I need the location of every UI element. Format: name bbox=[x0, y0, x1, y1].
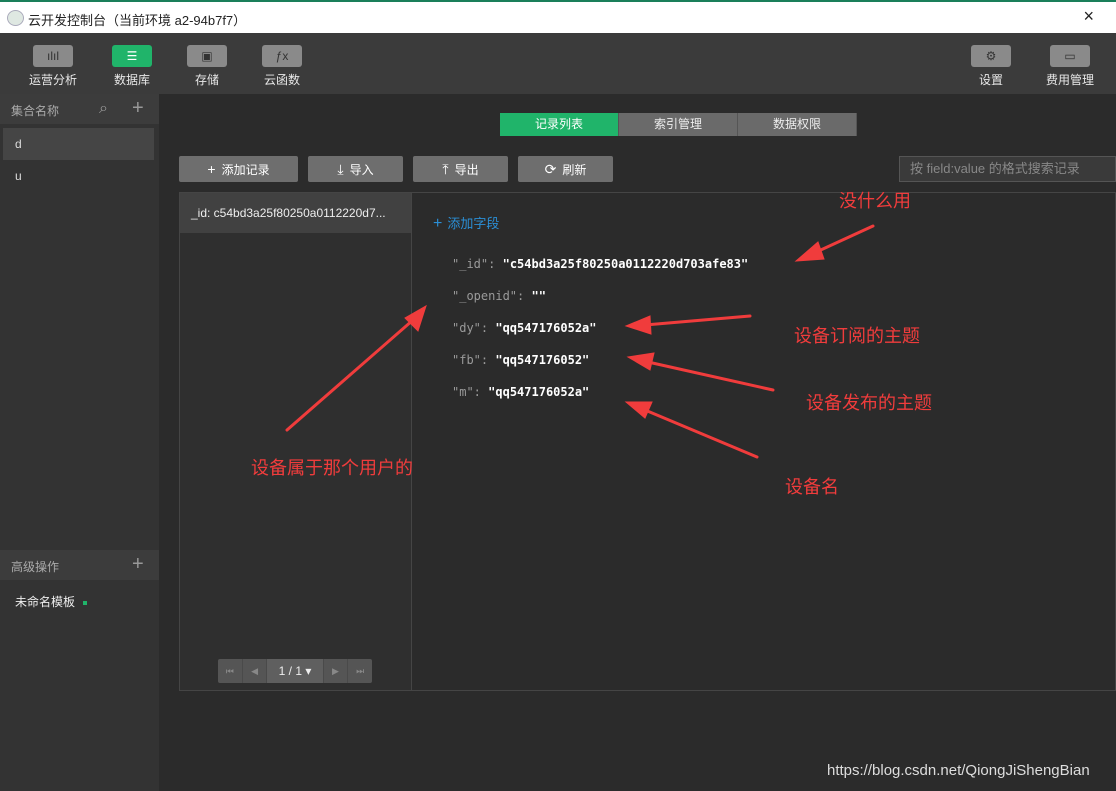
annotation-arrow-head bbox=[404, 304, 427, 332]
annotation-arrows bbox=[285, 224, 875, 459]
annotation-arrow-head bbox=[794, 241, 825, 262]
annotation-owner: 设备属于那个用户的 bbox=[251, 458, 413, 478]
watermark: https://blog.csdn.net/QiongJiShengBian bbox=[827, 762, 1090, 779]
annotation-arrow-head bbox=[624, 401, 653, 419]
annotation-arrow-line bbox=[643, 314, 752, 327]
annotation-publish-topic: 设备发布的主题 bbox=[806, 393, 932, 413]
annotation-arrow-head bbox=[624, 315, 652, 335]
annotation-subscribe-topic: 设备订阅的主题 bbox=[794, 326, 920, 346]
annotation-arrow-line bbox=[646, 360, 775, 392]
annotation-arrow-line bbox=[643, 408, 759, 459]
annotation-arrow-head bbox=[626, 352, 655, 371]
annotation-arrow-line bbox=[285, 318, 415, 432]
annotation-useless: 没什么用 bbox=[839, 191, 911, 211]
annotation-device-name: 设备名 bbox=[785, 477, 839, 497]
